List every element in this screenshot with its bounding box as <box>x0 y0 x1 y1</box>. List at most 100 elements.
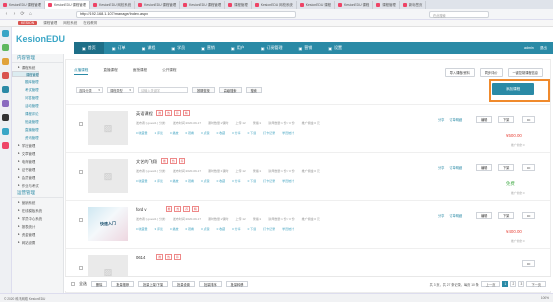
browser-tab[interactable]: KesionEDU 网校系统 <box>90 0 136 9</box>
more-button[interactable]: ••• <box>522 164 536 171</box>
stat-link[interactable]: 0 下载 <box>248 227 257 231</box>
nav-right-item[interactable]: admin <box>524 46 534 51</box>
stat-link[interactable]: 0 点赞 <box>201 131 210 135</box>
stat-link[interactable]: 0 分享 <box>232 179 241 183</box>
page-button[interactable]: 上一页 <box>480 281 501 287</box>
sidebar-item[interactable]: ▸ 会员管理 <box>12 173 63 181</box>
nav-item[interactable]: ▣ 订阅管理 <box>253 42 291 54</box>
browser-tab[interactable]: KesionEDU 课程管理 <box>0 0 46 9</box>
stat-link[interactable]: 0 收藏量 <box>136 131 148 135</box>
stat-link[interactable]: 0 播放 <box>170 179 179 183</box>
unpublish-button[interactable]: 下架 <box>498 164 515 171</box>
stat-link[interactable]: 学员统计 <box>282 179 294 183</box>
nav-item[interactable]: ▣ 首页 <box>74 42 104 54</box>
page-button[interactable]: 1 <box>502 281 509 287</box>
course-thumbnail[interactable]: ▨ <box>88 159 128 193</box>
sidebar-item[interactable]: ▸ 作业与考试 <box>12 181 63 189</box>
refresh-icon[interactable]: ⟳ <box>20 11 25 17</box>
course-title[interactable]: 文艺的飞翔 <box>136 159 157 165</box>
url-field[interactable]: http://192.168.1.107/manage/Index.aspx <box>76 10 296 18</box>
browser-tab[interactable]: 新标签页 <box>400 0 427 9</box>
app-icon[interactable] <box>2 128 9 135</box>
course-title[interactable]: ford v <box>136 207 146 212</box>
row-action-link[interactable]: 订单明细 <box>449 213 462 218</box>
stat-link[interactable]: 0 收藏 <box>217 227 226 231</box>
sidebar-item[interactable]: ▸ 报表统计 <box>12 222 63 230</box>
select-all-checkbox[interactable] <box>71 282 75 286</box>
bookmark-item[interactable]: 在线教育 <box>83 21 97 26</box>
top-button[interactable]: 导入课程/资料 <box>444 68 475 77</box>
sidebar-item[interactable]: 课程评论 <box>12 109 63 117</box>
sidebar-item[interactable]: 题库管理 <box>12 77 63 85</box>
sidebar-item[interactable]: ▸ 在线模板系统 <box>12 206 63 214</box>
stat-link[interactable]: 0 收藏 <box>217 131 226 135</box>
sidebar-item[interactable]: 考试管理 <box>12 85 63 93</box>
page-button[interactable]: 下一页 <box>526 281 546 287</box>
sidebar-item[interactable]: ▸ 资金管理 <box>12 230 63 238</box>
stat-link[interactable]: 0 观看 <box>186 227 195 231</box>
nav-item[interactable]: ▣ 营销 <box>193 42 223 54</box>
sidebar-item[interactable]: 活动管理 <box>12 101 63 109</box>
edit-button[interactable]: 编辑 <box>476 116 493 123</box>
app-icon[interactable] <box>2 30 9 37</box>
bulk-action-button[interactable]: 批量上架/下架 <box>138 281 169 287</box>
bulk-action-button[interactable]: 批量排序 <box>198 281 222 287</box>
edit-button[interactable]: 编辑 <box>476 212 493 219</box>
nav-item[interactable]: ▣ 设置 <box>320 42 350 54</box>
nav-item[interactable]: ▣ 用户 <box>223 42 253 54</box>
sidebar-item[interactable]: 问答管理 <box>12 93 63 101</box>
browser-search-input[interactable]: 在此搜索 <box>429 10 489 18</box>
stat-link[interactable]: 2 评论 <box>155 179 164 183</box>
sidebar-item[interactable]: ▸ 证书管理 <box>12 165 63 173</box>
browser-tab[interactable]: KesionEDU 课程 <box>297 0 335 9</box>
stat-link[interactable]: 0 观看 <box>186 131 195 135</box>
nav-item[interactable]: ▣ 课程 <box>134 42 164 54</box>
course-thumbnail[interactable]: 快速入门 <box>88 207 128 241</box>
nav-right-item[interactable]: 退出 <box>540 46 547 51</box>
top-button[interactable]: 同步评价 <box>479 68 503 77</box>
stat-link[interactable]: 0 播放 <box>170 131 179 135</box>
bookmark-item[interactable]: 课程管理 <box>43 21 57 26</box>
row-action-link[interactable]: 分享 <box>438 117 444 122</box>
browser-tab[interactable]: KesionEDU 课程管理 <box>180 0 226 9</box>
sidebar-item[interactable]: ▸ 学社管理 <box>12 141 63 149</box>
type-select[interactable]: 课程类型 ▾ <box>107 87 134 93</box>
browser-tab[interactable]: 课程管理 <box>225 0 252 9</box>
stat-link[interactable]: 学员统计 <box>282 227 294 231</box>
row-checkbox[interactable] <box>79 218 83 222</box>
app-icon[interactable] <box>2 100 9 107</box>
keyword-input[interactable]: 请输入关键字 <box>138 87 188 93</box>
bulk-action-button[interactable]: 批量转移 <box>225 281 249 287</box>
more-button[interactable]: ••• <box>522 212 536 219</box>
stat-link[interactable]: 学员统计 <box>282 131 294 135</box>
back-icon[interactable]: ‹ <box>4 11 9 17</box>
edit-button[interactable]: 编辑 <box>476 164 493 171</box>
app-icon[interactable] <box>2 58 9 65</box>
app-icon[interactable] <box>2 72 9 79</box>
sidebar-item[interactable]: ▸ 营销系统 <box>12 198 63 206</box>
stat-link[interactable]: 0 下载 <box>248 131 257 135</box>
bulk-action-button[interactable]: 批量推荐 <box>111 281 135 287</box>
more-button[interactable]: ••• <box>522 260 536 267</box>
stat-link[interactable]: 3 评论 <box>155 227 164 231</box>
stat-link[interactable]: 0 收藏量 <box>136 179 148 183</box>
subtab[interactable]: 直播课程 <box>103 68 117 75</box>
category-select[interactable]: 选择分类 ▾ <box>76 87 103 93</box>
bookmark-item[interactable]: KESION <box>18 21 38 25</box>
row-checkbox[interactable] <box>79 170 83 174</box>
browser-tab[interactable]: KesionEDU 网校系统 <box>252 0 297 9</box>
sidebar-item[interactable]: 班级管理 <box>12 117 63 125</box>
sidebar-item[interactable]: 资讯管理 <box>12 133 63 141</box>
nav-item[interactable]: ▣ 学员 <box>163 42 193 54</box>
more-button[interactable]: ••• <box>522 116 536 123</box>
sidebar-item[interactable]: ▸ 课程系统 <box>12 63 63 71</box>
page-button[interactable]: 2 <box>510 281 517 287</box>
stat-link[interactable]: 0 下载 <box>248 179 257 183</box>
browser-tab[interactable]: KesionEDU 课程管理 <box>135 0 181 9</box>
row-checkbox[interactable] <box>79 266 83 270</box>
sidebar-item[interactable]: 直播管理 <box>12 125 63 133</box>
stat-link[interactable]: 0 收藏量 <box>136 227 148 231</box>
app-icon[interactable] <box>2 86 9 93</box>
course-title[interactable]: 英语课程 <box>136 111 153 117</box>
nav-item[interactable]: ▣ 订单 <box>104 42 134 54</box>
